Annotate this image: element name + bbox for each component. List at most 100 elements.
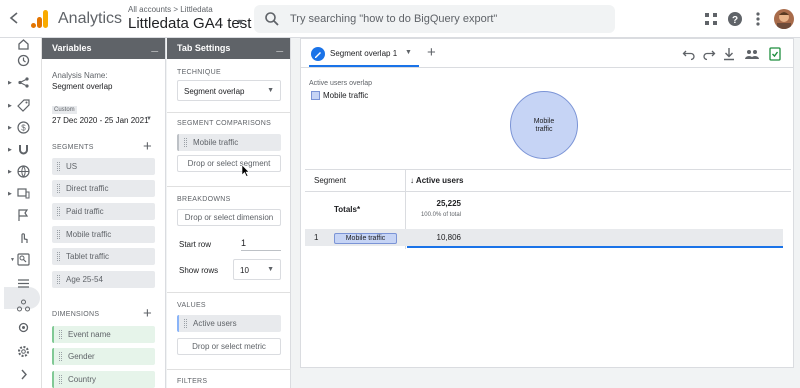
add-dimension-button[interactable]: + <box>143 306 152 321</box>
segment-chip[interactable]: Mobile traffic <box>52 226 155 243</box>
redo-icon[interactable] <box>702 47 716 61</box>
table-header-border <box>305 191 791 192</box>
drag-handle-icon[interactable] <box>59 375 62 384</box>
variables-title: Variables <box>52 43 92 53</box>
more-vert-icon[interactable] <box>750 11 766 27</box>
minimize-button[interactable]: _ <box>151 39 158 53</box>
drag-handle-icon[interactable] <box>184 138 187 147</box>
dimension-chip[interactable]: Country <box>52 371 155 388</box>
segment-chip[interactable]: Age 25-54 <box>52 271 155 288</box>
explore-icon[interactable] <box>17 76 30 89</box>
segment-circle[interactable]: Mobile traffic <box>510 91 578 159</box>
drag-handle-icon[interactable] <box>57 230 60 239</box>
expand-triangle: ▶ <box>8 103 12 109</box>
globe-icon[interactable] <box>17 165 30 178</box>
segment-label: Mobile traffic <box>66 230 112 239</box>
download-icon[interactable] <box>722 47 736 61</box>
hierarchy-icon[interactable] <box>17 299 30 312</box>
analysis-name[interactable]: Segment overlap <box>52 82 112 91</box>
legend-label: Mobile traffic <box>323 91 369 100</box>
column-header-active-users[interactable]: ↓ Active users <box>410 176 464 185</box>
property-selector[interactable]: Littledata GA4 test <box>128 15 251 32</box>
apps-icon[interactable] <box>703 11 719 27</box>
row-value: 10,806 <box>436 233 461 242</box>
list-icon[interactable] <box>17 277 30 290</box>
drag-handle-icon[interactable] <box>57 252 60 261</box>
caret-down-icon[interactable]: ▼ <box>236 17 245 27</box>
totals-percent: 100.0% of total <box>420 212 461 218</box>
dollar-icon[interactable]: $ <box>17 121 30 134</box>
tab-settings-title: Tab Settings <box>177 43 231 53</box>
divider <box>167 112 290 113</box>
dimension-label: Event name <box>68 330 111 339</box>
drag-handle-icon[interactable] <box>57 184 60 193</box>
touch-icon[interactable] <box>17 231 30 244</box>
start-row-input[interactable]: 1 <box>241 238 281 251</box>
search-bar[interactable]: Try searching "how to do BigQuery export… <box>254 5 615 33</box>
add-tab-button[interactable]: + <box>427 44 436 61</box>
magnet-icon[interactable] <box>17 143 30 156</box>
avatar[interactable] <box>774 9 794 29</box>
search-placeholder: Try searching "how to do BigQuery export… <box>290 13 498 25</box>
circle-label-line-1: Mobile <box>533 118 555 125</box>
minimize-button[interactable]: _ <box>276 39 283 53</box>
start-row-label: Start row <box>179 240 212 249</box>
totals-label: Totals* <box>334 205 361 214</box>
segment-comparison-chip[interactable]: Mobile traffic <box>177 134 281 151</box>
arrow-back-icon[interactable] <box>7 10 21 26</box>
show-rows-select[interactable]: 10 ▼ <box>233 259 281 280</box>
home-icon[interactable] <box>17 38 30 51</box>
left-nav: ▶ ▶ ▶ $ ▶ ▶ ▶ ▼ <box>0 38 42 388</box>
svg-text:$: $ <box>21 124 26 133</box>
divider <box>301 67 793 68</box>
tab-segment-overlap-1[interactable]: Segment overlap 1 ▼ <box>309 44 419 67</box>
dimension-chip[interactable]: Gender <box>52 348 155 365</box>
segment-chip[interactable]: Direct traffic <box>52 180 155 197</box>
dimension-chip[interactable]: Event name <box>52 326 155 343</box>
values-label: VALUES <box>177 302 206 309</box>
divider <box>167 186 290 187</box>
explorations-icon[interactable] <box>17 253 30 266</box>
expand-triangle: ▶ <box>8 80 12 86</box>
breakdowns-label: BREAKDOWNS <box>177 196 231 203</box>
share-users-icon[interactable] <box>745 47 759 61</box>
row-segment-pill[interactable]: Mobile traffic <box>334 233 397 244</box>
caret-down-icon[interactable]: ▼ <box>405 49 412 56</box>
drag-handle-icon[interactable] <box>59 330 62 339</box>
drag-handle-icon[interactable] <box>184 319 187 328</box>
drag-handle-icon[interactable] <box>57 207 60 216</box>
devices-icon[interactable] <box>17 187 30 200</box>
segment-chip[interactable]: Tablet traffic <box>52 248 155 265</box>
clock-icon[interactable] <box>17 54 30 67</box>
flag-icon[interactable] <box>17 209 30 222</box>
date-range[interactable]: 27 Dec 2020 - 25 Jan 2021 <box>52 116 149 125</box>
drag-handle-icon[interactable] <box>57 162 60 171</box>
tag-icon[interactable] <box>17 99 30 112</box>
drop-segment-target[interactable]: Drop or select segment <box>177 155 281 172</box>
search-icon <box>264 11 280 27</box>
save-check-icon[interactable] <box>768 47 782 61</box>
undo-icon[interactable] <box>682 47 696 61</box>
drop-dimension-target[interactable]: Drop or select dimension <box>177 209 281 226</box>
settings-icon[interactable] <box>17 345 30 358</box>
tab-label: Segment overlap 1 <box>330 49 398 58</box>
breadcrumb[interactable]: All accounts > Littledata <box>128 5 213 14</box>
segment-chip[interactable]: Paid traffic <box>52 203 155 220</box>
variables-header: Variables _ <box>42 38 165 59</box>
analysis-name-label: Analysis Name: <box>52 71 108 80</box>
show-rows-label: Show rows <box>179 266 219 275</box>
drag-handle-icon[interactable] <box>59 352 62 361</box>
settings-bug-icon[interactable] <box>17 321 30 334</box>
add-segment-button[interactable]: + <box>143 139 152 154</box>
column-header-segment[interactable]: Segment <box>314 176 346 185</box>
date-caret-icon[interactable]: ▼ <box>146 116 152 122</box>
expand-icon[interactable] <box>17 368 30 381</box>
tab-settings-header: Tab Settings _ <box>167 38 290 59</box>
segment-chip[interactable]: US <box>52 158 155 175</box>
segments-label: SEGMENTS <box>52 144 94 151</box>
technique-select[interactable]: Segment overlap ▼ <box>177 80 281 101</box>
drag-handle-icon[interactable] <box>57 275 60 284</box>
value-chip[interactable]: Active users <box>177 315 281 332</box>
drop-metric-target[interactable]: Drop or select metric <box>177 338 281 355</box>
help-icon[interactable]: ? <box>727 11 743 27</box>
